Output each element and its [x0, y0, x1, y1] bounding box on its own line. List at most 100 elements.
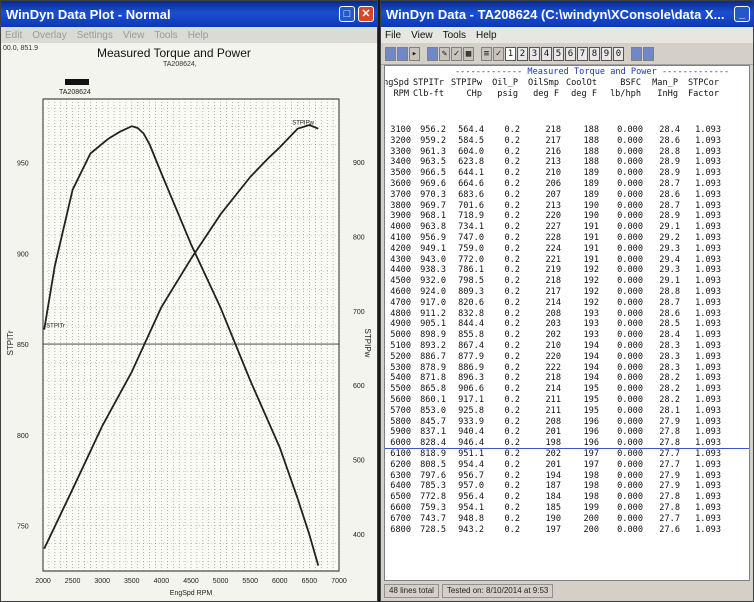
arrow-icon[interactable]: ▸ [409, 46, 420, 61]
column-set-9[interactable]: 9 [601, 46, 612, 61]
menu-file[interactable]: File [385, 30, 401, 41]
save-icon[interactable] [397, 46, 408, 61]
menu-edit[interactable]: Edit [5, 30, 22, 41]
table-row[interactable]: 6400 785.3 957.0 0.2 187 198 0.000 27.9 1.093 [385, 481, 749, 492]
table-cell: 28.3 [659, 351, 680, 362]
menu-overlay[interactable]: Overlay [32, 30, 66, 41]
table-row[interactable]: 3400 963.5 623.8 0.2 213 188 0.000 28.9 1.093 [385, 157, 749, 168]
help-icon[interactable] [643, 46, 654, 61]
table-row[interactable]: 5400 871.8 896.3 0.2 218 194 0.000 28.2 1.093 [385, 373, 749, 384]
menu-tools[interactable]: Tools [154, 30, 177, 41]
table-row[interactable]: 3300 961.3 604.0 0.2 216 188 0.000 28.8 1.093 [385, 147, 749, 158]
table-row[interactable]: 4000 963.8 734.1 0.2 227 191 0.000 29.1 1.093 [385, 222, 749, 233]
table-cell: 3500 [390, 168, 411, 179]
table-cell: 198 [583, 481, 599, 492]
table-row[interactable]: 5700 853.0 925.8 0.2 211 195 0.000 28.1 1.093 [385, 406, 749, 417]
table-cell: 3400 [390, 157, 411, 168]
table-cell: 1.093 [695, 341, 721, 351]
table-cell: 0.2 [504, 373, 520, 384]
table-row[interactable]: 3700 970.3 683.6 0.2 207 189 0.000 28.6 1.093 [385, 189, 749, 201]
table-row[interactable]: 6700 743.7 948.8 0.2 190 200 0.000 27.7 1.093 [385, 513, 749, 525]
table-row[interactable]: 4700 917.0 820.6 0.2 214 192 0.000 28.7 1.093 [385, 298, 749, 309]
restore-icon[interactable]: □ [339, 6, 355, 22]
table-row[interactable]: 4100 956.9 747.0 0.2 228 191 0.000 29.2 1.093 [385, 233, 749, 244]
table-row[interactable]: 5300 878.9 886.9 0.2 222 194 0.000 28.3 1.093 [385, 363, 749, 374]
table-cell: 195 [583, 384, 599, 395]
table-row[interactable]: 4800 911.2 832.8 0.2 208 193 0.000 28.6 1.093 [385, 308, 749, 320]
table-row[interactable]: 6500 772.8 956.4 0.2 184 198 0.000 27.8 1.093 [385, 492, 749, 503]
table-cell: 221 [545, 254, 561, 265]
table-row[interactable]: 4900 905.1 844.4 0.2 203 193 0.000 28.5 1.093 [385, 319, 749, 330]
column-set-7[interactable]: 7 [577, 46, 588, 61]
edit-icon[interactable]: ✎ [439, 46, 450, 61]
table-row[interactable]: 4600 924.0 809.3 0.2 217 192 0.000 28.8 1.093 [385, 287, 749, 298]
table-row[interactable]: 4200 949.1 759.0 0.2 224 191 0.000 29.3 1.093 [385, 243, 749, 255]
data-titlebar[interactable]: WinDyn Data - TA208624 (C:\windyn\XConso… [381, 1, 753, 27]
table-row[interactable]: 5600 860.1 917.1 0.2 211 195 0.000 28.2 1.093 [385, 395, 749, 406]
table-row[interactable]: 3200 959.2 584.5 0.2 217 188 0.000 28.6 1.093 [385, 135, 749, 147]
table-cell: 943.0 [420, 254, 446, 265]
menu-tools[interactable]: Tools [443, 30, 466, 41]
column-set-2[interactable]: 2 [517, 46, 528, 61]
close-icon[interactable]: ✕ [358, 6, 374, 22]
table-row[interactable]: 5100 893.2 867.4 0.2 210 194 0.000 28.3 1.093 [385, 341, 749, 352]
table-row[interactable]: 3600 969.6 664.6 0.2 206 189 0.000 28.7 1.093 [385, 179, 749, 190]
table-row[interactable]: 5500 865.8 906.6 0.2 214 195 0.000 28.2 1.093 [385, 384, 749, 395]
table-cell: 0.2 [504, 481, 520, 492]
table-row[interactable]: 4500 932.0 798.5 0.2 218 192 0.000 29.1 1.093 [385, 276, 749, 287]
table-row[interactable]: 4300 943.0 772.0 0.2 221 191 0.000 29.4 1.093 [385, 254, 749, 266]
table-row[interactable]: 6300 797.6 956.7 0.2 194 198 0.000 27.9 1.093 [385, 471, 749, 482]
calc-icon[interactable]: ▦ [463, 46, 474, 61]
list-icon[interactable]: ≡ [481, 46, 492, 61]
table-cell: 0.2 [504, 351, 520, 362]
column-header: CoolOt deg F [566, 78, 597, 100]
table-cell: 3700 [390, 189, 411, 200]
table-cell: 1.093 [695, 395, 721, 405]
table-row[interactable]: 3500 966.5 644.1 0.2 210 189 0.000 28.9 1.093 [385, 168, 749, 179]
plot-titlebar[interactable]: WinDyn Data Plot - Normal □ ✕ [1, 1, 377, 27]
data-table[interactable]: ------------- Measured Torque and Power … [384, 65, 750, 581]
column-set-8[interactable]: 8 [589, 46, 600, 61]
table-cell: 956.4 [458, 492, 484, 503]
table-row[interactable]: 5800 845.7 933.9 0.2 208 196 0.000 27.9 1.093 [385, 417, 749, 428]
table-cell: 970.3 [420, 189, 446, 200]
column-set-1[interactable]: 1 [505, 46, 516, 61]
menu-help[interactable]: Help [476, 30, 497, 41]
table-cell: 217 [545, 135, 561, 146]
column-set-3[interactable]: 3 [529, 46, 540, 61]
table-row[interactable]: 5200 886.7 877.9 0.2 220 194 0.000 28.3 1.093 [385, 351, 749, 363]
table-row[interactable]: 6200 808.5 954.4 0.2 201 197 0.000 27.7 1.093 [385, 460, 749, 471]
table-row[interactable]: 6600 759.3 954.1 0.2 185 199 0.000 27.8 1.093 [385, 503, 749, 514]
menu-view[interactable]: View [123, 30, 145, 41]
check-icon[interactable]: ✓ [451, 46, 462, 61]
menu-settings[interactable]: Settings [77, 30, 113, 41]
graph-icon[interactable] [631, 46, 642, 61]
menu-view[interactable]: View [411, 30, 433, 41]
table-row[interactable]: 5000 898.9 855.8 0.2 202 193 0.000 28.4 1.093 [385, 330, 749, 341]
column-set-0[interactable]: 0 [613, 46, 624, 61]
menu-help[interactable]: Help [188, 30, 209, 41]
table-row[interactable]: 3100 956.2 564.4 0.2 218 188 0.000 28.4 1.093 [385, 125, 749, 136]
table-cell: 6700 [390, 513, 411, 524]
print-icon[interactable] [427, 46, 438, 61]
column-set-6[interactable]: 6 [565, 46, 576, 61]
table-row[interactable]: 3900 968.1 718.9 0.2 220 190 0.000 28.9 1.093 [385, 211, 749, 222]
plot-area[interactable]: 2000 2500 3000 3500 4000 4500 5000 5500 6000 6500… [1, 43, 377, 601]
table-row[interactable]: 3800 969.7 701.6 0.2 213 190 0.000 28.7 1.093 [385, 201, 749, 212]
table-cell: 28.6 [659, 308, 680, 319]
table-cell: 199 [583, 503, 599, 513]
table-cell: 905.1 [420, 319, 446, 330]
table-row[interactable]: 6100 818.9 951.1 0.2 202 197 0.000 27.7 1.093 [385, 449, 749, 460]
table-row[interactable]: 5900 837.1 940.4 0.2 201 196 0.000 27.8 1.093 [385, 427, 749, 438]
column-set-5[interactable]: 5 [553, 46, 564, 61]
table-cell: 963.5 [420, 157, 446, 168]
table-cell: 623.8 [458, 157, 484, 168]
open-file-icon[interactable] [385, 46, 396, 61]
table-row[interactable]: 6800 728.5 943.2 0.2 197 200 0.000 27.6 1.093 [385, 525, 749, 536]
filter-icon[interactable]: ✓ [493, 46, 504, 61]
table-row[interactable]: 4400 938.3 786.1 0.2 219 192 0.000 29.3 1.093 [385, 265, 749, 276]
torque-power-chart[interactable]: 2000 2500 3000 3500 4000 4500 5000 5500 6000 6500… [1, 43, 377, 601]
minimize-icon[interactable]: _ [734, 6, 750, 22]
table-cell: 4200 [390, 243, 411, 254]
column-set-4[interactable]: 4 [541, 46, 552, 61]
